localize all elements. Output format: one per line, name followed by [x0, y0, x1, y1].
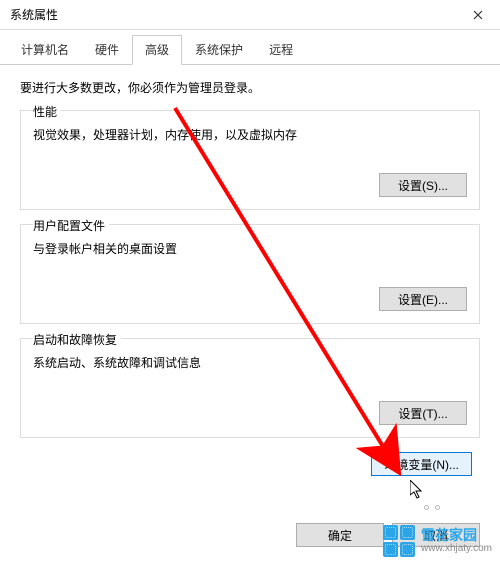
- ok-button[interactable]: 确定: [296, 523, 384, 547]
- environment-variables-button[interactable]: 环境变量(N)...: [371, 452, 472, 476]
- section-performance: 性能 视觉效果，处理器计划，内存使用，以及虚拟内存 设置(S)...: [20, 110, 480, 210]
- tab-strip: 计算机名 硬件 高级 系统保护 远程: [0, 30, 500, 65]
- tab-advanced[interactable]: 高级: [132, 35, 182, 65]
- tab-system-protection[interactable]: 系统保护: [182, 35, 256, 65]
- section-title: 用户配置文件: [33, 217, 109, 234]
- tab-label: 硬件: [95, 43, 119, 57]
- section-title: 启动和故障恢复: [33, 331, 121, 348]
- dialog-button-row: 确定 取消: [0, 513, 500, 547]
- cancel-button[interactable]: 取消: [392, 523, 480, 547]
- performance-settings-button[interactable]: 设置(S)...: [379, 173, 467, 197]
- section-title: 性能: [33, 103, 61, 120]
- section-desc: 系统启动、系统故障和调试信息: [33, 354, 467, 371]
- section-user-profiles: 用户配置文件 与登录帐户相关的桌面设置 设置(E)...: [20, 224, 480, 324]
- tab-label: 计算机名: [21, 43, 69, 57]
- tab-computer-name[interactable]: 计算机名: [8, 35, 82, 65]
- close-icon: [473, 10, 483, 20]
- pagination-dots: [424, 505, 440, 510]
- tab-label: 远程: [269, 43, 293, 57]
- close-button[interactable]: [455, 0, 500, 30]
- tab-content: 要进行大多数更改，你必须作为管理员登录。 性能 视觉效果，处理器计划，内存使用，…: [0, 65, 500, 486]
- window-title: 系统属性: [10, 6, 58, 23]
- tab-label: 高级: [145, 43, 169, 57]
- startup-recovery-settings-button[interactable]: 设置(T)...: [379, 401, 467, 425]
- section-startup-recovery: 启动和故障恢复 系统启动、系统故障和调试信息 设置(T)...: [20, 338, 480, 438]
- section-desc: 与登录帐户相关的桌面设置: [33, 240, 467, 257]
- user-profiles-settings-button[interactable]: 设置(E)...: [379, 287, 467, 311]
- tab-label: 系统保护: [195, 43, 243, 57]
- titlebar: 系统属性: [0, 0, 500, 30]
- tab-hardware[interactable]: 硬件: [82, 35, 132, 65]
- admin-notice: 要进行大多数更改，你必须作为管理员登录。: [20, 79, 480, 96]
- section-desc: 视觉效果，处理器计划，内存使用，以及虚拟内存: [33, 126, 467, 143]
- tab-remote[interactable]: 远程: [256, 35, 306, 65]
